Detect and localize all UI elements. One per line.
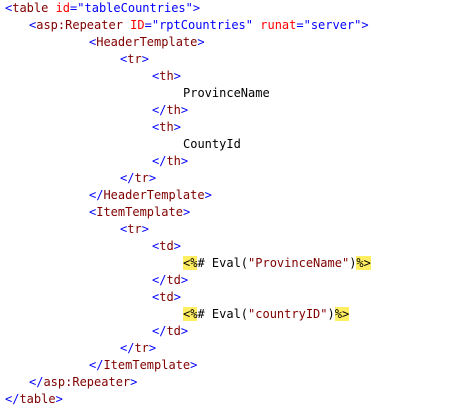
tag-name: th: [166, 103, 181, 117]
tag-name: th: [159, 69, 174, 83]
text-content: ProvinceName: [183, 86, 270, 100]
code-line-table-close: </table>: [0, 391, 457, 408]
code-text: # Eval(: [197, 307, 249, 321]
tag-name: ItemTemplate: [96, 205, 183, 219]
tag-name: ItemTemplate: [103, 358, 191, 372]
attribute-equals: =: [144, 18, 152, 32]
string-literal: "countryID": [248, 307, 328, 321]
attribute-name: id: [48, 1, 71, 15]
tag-delimiter: >: [190, 358, 198, 372]
tag-delimiter: >: [173, 120, 181, 134]
tag-delimiter: >: [180, 324, 189, 338]
tag-name: th: [166, 154, 181, 168]
code-editor[interactable]: <table id="tableCountries"> <asp:Repeate…: [0, 0, 457, 407]
server-block-close: %>: [334, 307, 350, 321]
code-line-tr-open: <tr>: [0, 221, 457, 238]
tag-delimiter: >: [204, 188, 212, 202]
tag-name: tr: [134, 341, 149, 355]
code-line-table-open: <table id="tableCountries">: [0, 0, 457, 17]
tag-delimiter: >: [173, 69, 181, 83]
tag-delimiter: </: [152, 273, 167, 287]
code-line-headertemplate-open: <HeaderTemplate>: [0, 34, 457, 51]
attribute-equals: =: [296, 18, 304, 32]
tag-delimiter: </: [120, 341, 135, 355]
tag-delimiter: >: [182, 205, 191, 219]
tag-name: HeaderTemplate: [96, 35, 198, 49]
tag-name: td: [166, 273, 181, 287]
code-line-eval-expression: <%# Eval("ProvinceName")%>: [0, 255, 457, 272]
code-line-th-close: </th>: [0, 153, 457, 170]
tag-delimiter: </: [120, 171, 135, 185]
code-line-eval-expression: <%# Eval("countryID")%>: [0, 306, 457, 323]
code-line-tr-open: <tr>: [0, 51, 457, 68]
tag-delimiter: >: [148, 171, 157, 185]
code-line-text: ProvinceName: [0, 85, 457, 102]
tag-delimiter: >: [130, 375, 138, 389]
tag-delimiter: >: [180, 154, 189, 168]
text-content: CountyId: [183, 137, 241, 151]
tag-delimiter: </: [89, 358, 104, 372]
tag-delimiter: >: [141, 52, 149, 66]
tag-name: th: [159, 120, 174, 134]
code-line-td-open: <td>: [0, 238, 457, 255]
code-text: ): [327, 307, 335, 321]
tag-delimiter: >: [148, 341, 157, 355]
code-line-repeater-close: </asp:Repeater>: [0, 374, 457, 391]
attribute-value: "tableCountries": [77, 1, 193, 15]
code-line-itemtemplate-close: </ItemTemplate>: [0, 357, 457, 374]
tag-name: table: [12, 1, 49, 15]
tag-delimiter: >: [173, 290, 181, 304]
tag-name: asp:Repeater: [43, 375, 131, 389]
tag-name: HeaderTemplate: [103, 188, 205, 202]
attribute-name: ID: [122, 18, 145, 32]
code-line-headertemplate-close: </HeaderTemplate>: [0, 187, 457, 204]
code-line-td-close: </td>: [0, 323, 457, 340]
tag-delimiter: >: [180, 273, 189, 287]
string-literal: "ProvinceName": [248, 256, 350, 270]
attribute-value: "rptCountries": [151, 18, 254, 32]
tag-delimiter: >: [173, 239, 181, 253]
tag-delimiter: >: [55, 392, 63, 406]
tag-name: td: [159, 290, 174, 304]
code-line-repeater-open: <asp:Repeater ID="rptCountries" runat="s…: [0, 17, 457, 34]
attribute-value: "server": [303, 18, 362, 32]
code-line-th-open: <th>: [0, 119, 457, 136]
tag-delimiter: </: [152, 324, 167, 338]
server-block-open: <%: [183, 256, 198, 270]
tag-name: asp:Repeater: [36, 18, 123, 32]
tag-delimiter: >: [180, 103, 189, 117]
tag-delimiter: </: [89, 188, 104, 202]
tag-delimiter: </: [152, 154, 167, 168]
tag-name: tr: [127, 52, 142, 66]
tag-delimiter: </: [29, 375, 44, 389]
code-line-text: CountyId: [0, 136, 457, 153]
tag-name: tr: [127, 222, 142, 236]
code-text: # Eval(: [197, 256, 249, 270]
code-line-td-close: </td>: [0, 272, 457, 289]
code-line-tr-close: </tr>: [0, 170, 457, 187]
tag-name: table: [19, 392, 56, 406]
attribute-name: runat: [253, 18, 297, 32]
server-block-close: %>: [356, 256, 371, 270]
tag-name: tr: [134, 171, 149, 185]
tag-delimiter: >: [192, 1, 201, 15]
tag-delimiter: >: [361, 18, 369, 32]
code-line-th-open: <th>: [0, 68, 457, 85]
tag-delimiter: >: [197, 35, 205, 49]
server-block-open: <%: [183, 307, 198, 321]
tag-name: td: [166, 324, 181, 338]
tag-delimiter: >: [141, 222, 149, 236]
tag-name: td: [159, 239, 174, 253]
code-line-itemtemplate-open: <ItemTemplate>: [0, 204, 457, 221]
code-line-tr-close: </tr>: [0, 340, 457, 357]
tag-delimiter: </: [5, 392, 20, 406]
code-line-td-open: <td>: [0, 289, 457, 306]
tag-delimiter: </: [152, 103, 167, 117]
code-line-th-close: </th>: [0, 102, 457, 119]
